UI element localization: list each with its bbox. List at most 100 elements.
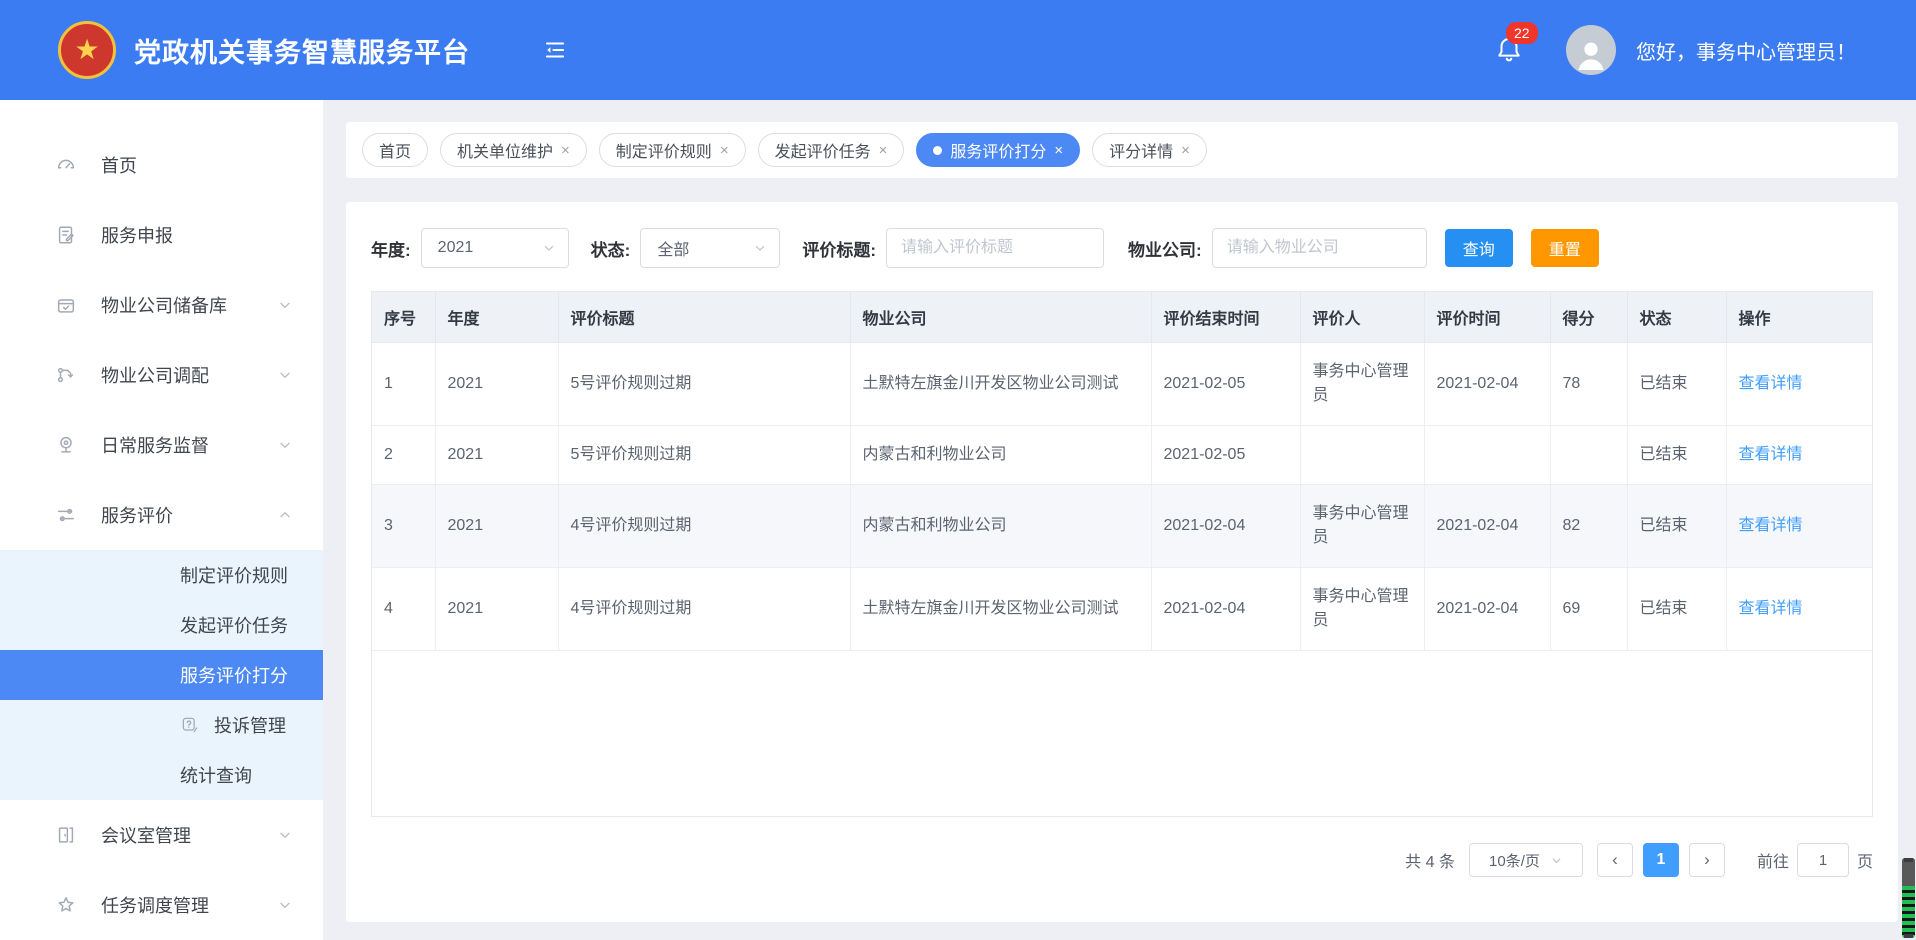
table-row: 3 2021 4号评价规则过期 内蒙古和利物业公司 2021-02-04 事务中… (372, 485, 1873, 568)
status-select-value: 全部 (657, 236, 689, 260)
sidebar-item-task-scheduling[interactable]: 任务调度管理 (0, 870, 323, 940)
submenu-item-label: 服务评价打分 (180, 662, 288, 688)
cell-eval-time: 2021-02-04 (1424, 568, 1550, 651)
col-header-title: 评价标题 (558, 292, 850, 343)
cell-year: 2021 (435, 343, 558, 426)
cell-eval-time: 2021-02-04 (1424, 343, 1550, 426)
close-tab-icon[interactable]: × (1054, 142, 1063, 159)
sidebar-collapse-icon[interactable] (542, 37, 568, 63)
goto-page-input[interactable] (1797, 843, 1849, 877)
close-tab-icon[interactable]: × (561, 142, 570, 159)
sidebar-item-company-reserve[interactable]: 物业公司储备库 (0, 270, 323, 340)
tab-launch-task[interactable]: 发起评价任务 × (758, 133, 905, 167)
active-tab-dot (933, 146, 942, 155)
year-label: 年度: (371, 236, 411, 261)
reset-button[interactable]: 重置 (1531, 229, 1599, 267)
table-row: 2 2021 5号评价规则过期 内蒙古和利物业公司 2021-02-05 已结束… (372, 426, 1873, 485)
tab-label: 发起评价任务 (775, 138, 871, 162)
national-emblem-logo: ★ (58, 21, 116, 79)
content-panel: 年度: 2021 状态: 全部 评价标题: 物业公司: 查询 重置 (346, 202, 1898, 922)
col-header-year: 年度 (435, 292, 558, 343)
col-header-status: 状态 (1627, 292, 1726, 343)
chevron-down-icon (277, 297, 293, 313)
submenu-item-scoring[interactable]: 服务评价打分 (0, 650, 323, 700)
emblem-star-icon: ★ (74, 36, 99, 64)
submenu-item-label: 统计查询 (180, 762, 252, 788)
prev-page-button[interactable]: ‹ (1597, 843, 1633, 877)
sidebar-item-label: 物业公司储备库 (101, 292, 227, 318)
cell-title: 5号评价规则过期 (558, 343, 850, 426)
submenu-item-statistics[interactable]: 统计查询 (0, 750, 323, 800)
page-size-select[interactable]: 10条/页 (1469, 843, 1583, 877)
close-tab-icon[interactable]: × (720, 142, 729, 159)
company-input[interactable] (1212, 228, 1427, 268)
eval-title-label: 评价标题: (802, 236, 876, 261)
sliders-icon (55, 504, 77, 526)
cell-eval-time (1424, 426, 1550, 485)
tab-org-maintenance[interactable]: 机关单位维护 × (440, 133, 587, 167)
view-detail-link[interactable]: 查看详情 (1739, 375, 1803, 392)
cell-status: 已结束 (1627, 426, 1726, 485)
table-row: 1 2021 5号评价规则过期 土默特左旗金川开发区物业公司测试 2021-02… (372, 343, 1873, 426)
cell-score: 82 (1550, 485, 1627, 568)
view-detail-link[interactable]: 查看详情 (1739, 446, 1803, 463)
cell-year: 2021 (435, 568, 558, 651)
scrollbar-thumb[interactable] (1902, 858, 1915, 938)
col-header-company: 物业公司 (850, 292, 1151, 343)
close-tab-icon[interactable]: × (879, 142, 888, 159)
tab-label: 服务评价打分 (950, 138, 1046, 162)
user-avatar[interactable] (1566, 25, 1616, 75)
search-button[interactable]: 查询 (1445, 229, 1513, 267)
tab-home[interactable]: 首页 (362, 133, 428, 167)
current-page-button[interactable]: 1 (1643, 843, 1679, 877)
sidebar-item-service-evaluation[interactable]: 服务评价 (0, 480, 323, 550)
view-detail-link[interactable]: 查看详情 (1739, 517, 1803, 534)
sidebar-item-daily-supervision[interactable]: 日常服务监督 (0, 410, 323, 480)
cell-title: 4号评价规则过期 (558, 568, 850, 651)
cell-status: 已结束 (1627, 568, 1726, 651)
sidebar-item-company-allocate[interactable]: 物业公司调配 (0, 340, 323, 410)
cell-evaluator: 事务中心管理员 (1300, 568, 1424, 651)
status-select[interactable]: 全部 (640, 228, 780, 268)
chevron-up-icon (277, 507, 293, 523)
view-detail-link[interactable]: 查看详情 (1739, 600, 1803, 617)
submenu-item-complaints[interactable]: 投诉管理 (0, 700, 323, 750)
eval-title-input[interactable] (886, 228, 1104, 268)
tab-scoring-active[interactable]: 服务评价打分 × (916, 133, 1080, 167)
notification-bell[interactable]: 22 (1494, 34, 1524, 66)
chevron-down-icon (277, 827, 293, 843)
cell-evaluator: 事务中心管理员 (1300, 485, 1424, 568)
main-content: 首页 机关单位维护 × 制定评价规则 × 发起评价任务 × 服务评价打分 × 评… (324, 100, 1916, 940)
document-edit-icon (55, 224, 77, 246)
submenu-item-make-rules[interactable]: 制定评价规则 (0, 550, 323, 600)
cell-end-time: 2021-02-04 (1151, 568, 1300, 651)
sidebar-item-service-declare[interactable]: 服务申报 (0, 200, 323, 270)
submenu-item-label: 投诉管理 (214, 712, 286, 738)
scrollbar-cap (1902, 858, 1915, 886)
next-page-button[interactable]: › (1689, 843, 1725, 877)
tab-score-detail[interactable]: 评分详情 × (1092, 133, 1207, 167)
chevron-down-icon (277, 367, 293, 383)
close-tab-icon[interactable]: × (1181, 142, 1190, 159)
cell-score: 69 (1550, 568, 1627, 651)
tab-label: 评分详情 (1109, 138, 1173, 162)
cell-company: 土默特左旗金川开发区物业公司测试 (850, 568, 1151, 651)
cell-status: 已结束 (1627, 485, 1726, 568)
year-select[interactable]: 2021 (421, 228, 569, 268)
cell-eval-time: 2021-02-04 (1424, 485, 1550, 568)
tab-label: 制定评价规则 (616, 138, 712, 162)
tab-make-rules[interactable]: 制定评价规则 × (599, 133, 746, 167)
submenu-item-launch-task[interactable]: 发起评价任务 (0, 600, 323, 650)
sidebar-item-meeting-room[interactable]: 会议室管理 (0, 800, 323, 870)
cell-company: 内蒙古和利物业公司 (850, 485, 1151, 568)
year-select-value: 2021 (438, 239, 474, 257)
pagination-bar: 共 4 条 10条/页 ‹ 1 › 前往 页 (371, 843, 1873, 877)
sidebar-nav: 首页 服务申报 物业公司储备库 物业公司调配 (0, 100, 324, 940)
chevron-down-icon (542, 241, 556, 255)
cell-title: 5号评价规则过期 (558, 426, 850, 485)
sidebar-item-label: 会议室管理 (101, 822, 191, 848)
col-header-index: 序号 (372, 292, 435, 343)
shuffle-icon (55, 364, 77, 386)
scrollbar-nub-top (1904, 858, 1913, 862)
sidebar-item-home[interactable]: 首页 (0, 130, 323, 200)
